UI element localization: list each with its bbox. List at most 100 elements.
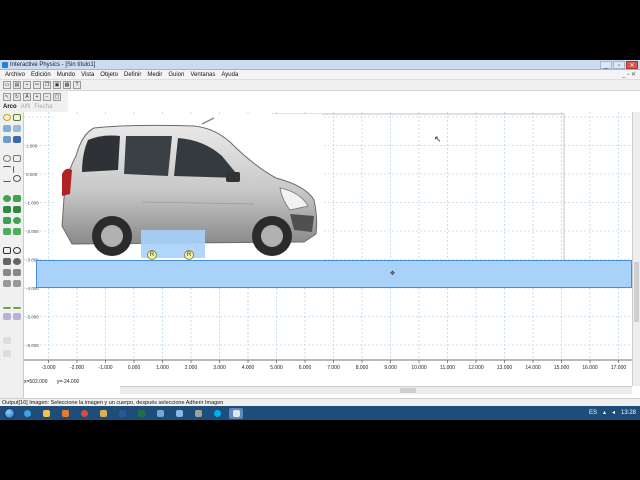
fit-icon[interactable]: ▢	[53, 92, 61, 101]
x-tick-label: 1.000	[156, 365, 169, 371]
menu-guion[interactable]: Guion	[165, 70, 187, 79]
square-tool-icon[interactable]	[13, 114, 21, 121]
tab-flecha[interactable]: Flecha	[34, 102, 52, 112]
copy-icon[interactable]: ❐	[43, 81, 51, 89]
separator-tool-icon[interactable]	[3, 228, 11, 235]
spring-tool-icon[interactable]	[3, 206, 11, 213]
tray-volume-icon[interactable]: ◂	[612, 406, 615, 420]
open-icon[interactable]: ▤	[13, 81, 21, 89]
tracer-tool-icon[interactable]	[13, 313, 21, 320]
close-button[interactable]: ✕	[626, 61, 638, 69]
gear-tool-icon[interactable]	[13, 175, 21, 182]
rod-tool-icon[interactable]	[13, 228, 21, 235]
taskbar-chrome-icon[interactable]	[77, 408, 91, 419]
menu-definir[interactable]: Definir	[121, 70, 144, 79]
system-tray: ES ▴ ◂ 13:28	[589, 406, 636, 420]
pin-joint-b[interactable]: R	[184, 250, 194, 260]
text-icon[interactable]: A	[23, 92, 31, 101]
line-tool-icon[interactable]	[3, 175, 11, 182]
x-tick-label: 3.000	[213, 365, 226, 371]
y-tick-label: 1.000	[26, 144, 38, 149]
mdi-controls[interactable]: _ ▫ ✕	[622, 70, 636, 80]
taskbar-interactive-physics-icon[interactable]	[229, 407, 243, 419]
point-tool-icon[interactable]	[3, 155, 11, 162]
menu-edicion[interactable]: Edición	[28, 70, 54, 79]
anchor-tool-icon[interactable]	[13, 136, 21, 143]
slider-tool-icon[interactable]	[13, 280, 21, 287]
tab-arco[interactable]: Arco	[3, 102, 17, 112]
taskbar-app2-icon[interactable]	[172, 408, 186, 419]
path-tool-icon[interactable]	[13, 302, 21, 309]
taskbar-explorer-icon[interactable]	[39, 408, 53, 419]
vertical-scrollbar[interactable]	[632, 112, 640, 386]
curve-line-tool-icon[interactable]	[3, 302, 11, 309]
pin-joint-tool-icon[interactable]	[3, 195, 11, 202]
minimize-button[interactable]: _	[600, 61, 612, 69]
vertical-scroll-thumb[interactable]	[634, 262, 639, 322]
taskbar-word-icon[interactable]	[115, 408, 129, 419]
taskbar-media-icon[interactable]	[58, 408, 72, 419]
paste-icon[interactable]: ▣	[53, 81, 61, 89]
taskbar-app-icon[interactable]	[153, 408, 167, 419]
y-tick-label: 0.000	[26, 172, 38, 177]
meter-tool-icon[interactable]	[3, 269, 11, 276]
floor-rectangle[interactable]	[36, 260, 632, 288]
circle-tool-icon[interactable]	[3, 114, 11, 121]
zoom-in-icon[interactable]: +	[33, 92, 41, 101]
save-icon[interactable]: ▪	[23, 81, 31, 89]
menu-objeto[interactable]: Objeto	[97, 70, 121, 79]
taskbar-app3-icon[interactable]	[191, 408, 205, 419]
pulley-tool-icon[interactable]	[13, 217, 21, 224]
pointer-icon[interactable]: ↖	[3, 92, 11, 101]
horizontal-scrollbar[interactable]	[120, 386, 632, 394]
curve-tool-icon[interactable]	[13, 125, 21, 132]
force-tool-icon[interactable]	[3, 258, 11, 265]
maximize-button[interactable]: ▫	[613, 61, 625, 69]
menu-medir[interactable]: Medir	[144, 70, 165, 79]
rope-tool-icon[interactable]	[3, 217, 11, 224]
polygon-tool-icon[interactable]	[3, 125, 11, 132]
taskbar-ie-icon[interactable]	[20, 408, 34, 419]
rigid-joint-tool-icon[interactable]	[13, 195, 21, 202]
screen: Interactive Physics - [Sin título1] _ ▫ …	[0, 60, 640, 420]
workspace-canvas[interactable]: -3.000 -2.000 -1.000 0.000 1.000 2.000 3.000 4.…	[24, 112, 632, 420]
pin-joint-a[interactable]: R	[147, 250, 157, 260]
tray-network-icon[interactable]: ▴	[603, 406, 606, 420]
track-tool-icon[interactable]	[3, 313, 11, 320]
menu-mundo[interactable]: Mundo	[54, 70, 78, 79]
square-point-tool-icon[interactable]	[13, 155, 21, 162]
rectangle-tool-icon[interactable]	[3, 136, 11, 143]
y-tick-label: -6.000	[26, 343, 39, 348]
menu-archivo[interactable]: Archivo	[2, 70, 28, 79]
rotate-icon[interactable]: ↻	[13, 92, 21, 101]
actuator-tool-icon[interactable]	[3, 247, 11, 254]
slot-tool-icon[interactable]	[3, 166, 11, 173]
horizontal-scroll-thumb[interactable]	[400, 388, 416, 393]
print-icon[interactable]: ▦	[63, 81, 71, 89]
slot-vertical-tool-icon[interactable]	[13, 166, 21, 173]
motor-tool-icon[interactable]	[13, 247, 21, 254]
window-title: Interactive Physics - [Sin título1]	[10, 62, 96, 68]
menu-ventanas[interactable]: Ventanas	[187, 70, 218, 79]
clock[interactable]: 13:28	[621, 406, 636, 420]
start-button-icon[interactable]	[4, 407, 15, 419]
taskbar-folder-icon[interactable]	[96, 408, 110, 419]
taskbar: ES ▴ ◂ 13:28	[0, 406, 640, 420]
taskbar-excel-icon[interactable]	[134, 408, 148, 419]
torque-tool-icon[interactable]	[13, 258, 21, 265]
tab-alfil[interactable]: Alfil	[21, 102, 31, 112]
damper-tool-icon[interactable]	[13, 206, 21, 213]
language-indicator[interactable]: ES	[589, 406, 597, 420]
x-tick-label: -3.000	[41, 365, 55, 371]
zoom-out-icon[interactable]: −	[43, 92, 51, 101]
menu-vista[interactable]: Vista	[78, 70, 97, 79]
taskbar-skype-icon[interactable]	[210, 408, 224, 419]
x-tick-label: 7.000	[327, 365, 340, 371]
menu-ayuda[interactable]: Ayuda	[218, 70, 241, 79]
button-tool-icon[interactable]	[3, 280, 11, 287]
cut-icon[interactable]: ✂	[33, 81, 41, 89]
new-icon[interactable]: ▭	[3, 81, 11, 89]
coordinate-readout: x=502.000 y=-24.000	[24, 378, 120, 386]
control-tool-icon[interactable]	[13, 269, 21, 276]
help-icon[interactable]: ?	[73, 81, 81, 89]
